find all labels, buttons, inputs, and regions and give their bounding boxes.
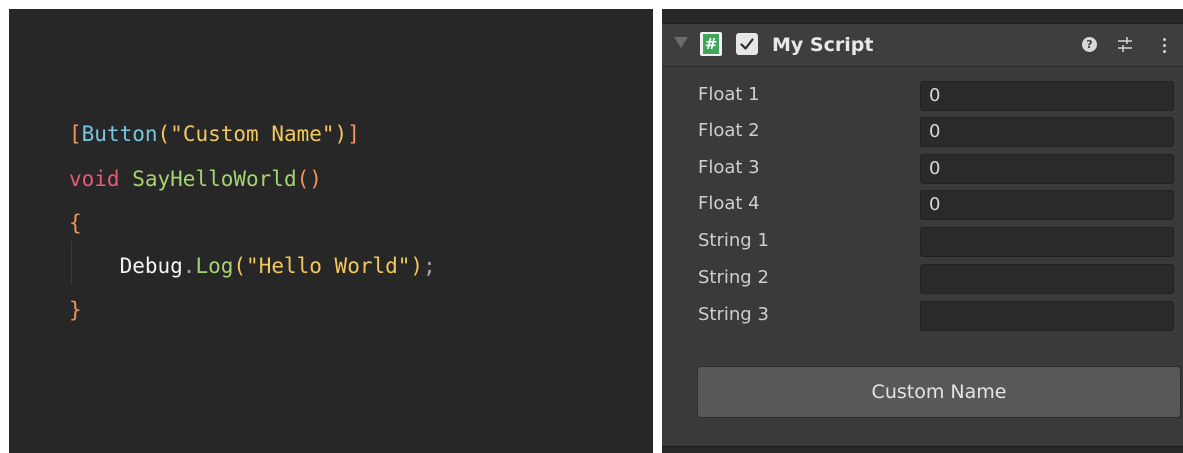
inspector-top-bar: [662, 9, 1183, 24]
field-row-string-3: String 3: [662, 297, 1183, 333]
checkmark-icon: [740, 38, 754, 50]
custom-name-button[interactable]: Custom Name: [697, 366, 1181, 418]
attribute-paren-open: (: [157, 122, 171, 146]
field-label: Float 1: [698, 84, 760, 105]
close-brace: }: [69, 298, 82, 322]
hash-glyph: #: [703, 34, 719, 54]
inspector-bottom-bar: [662, 446, 1183, 453]
code-line-method-signature: void SayHelloWorld(): [69, 162, 322, 196]
float-4-input[interactable]: 0: [920, 190, 1174, 220]
code-line-close-brace: }: [69, 293, 82, 327]
presets-icon[interactable]: [1114, 34, 1136, 56]
semicolon: ;: [423, 254, 436, 278]
code-line-debug-log: Debug.Log("Hello World");: [69, 249, 436, 283]
field-label: String 2: [698, 267, 769, 288]
field-label: String 3: [698, 304, 769, 325]
help-glyph: ?: [1082, 37, 1097, 52]
more-dot: [1163, 50, 1166, 53]
log-paren-close: ): [410, 254, 424, 278]
log-method: Log: [195, 254, 234, 278]
field-row-float-4: Float 4 0: [662, 186, 1183, 222]
log-string: "Hello World": [246, 254, 411, 278]
float-2-input[interactable]: 0: [920, 117, 1174, 147]
attribute-open-bracket: [: [69, 122, 82, 146]
sliders-icon: [1118, 37, 1132, 52]
inspector-panel: # My Script ? Float 1 0 Float 2 0 Float …: [662, 9, 1183, 453]
debug-class: Debug: [119, 254, 183, 278]
attribute-string: "Custom Name": [170, 122, 335, 146]
void-keyword: void: [69, 167, 120, 191]
field-label: String 1: [698, 230, 769, 251]
enable-checkbox[interactable]: [736, 33, 758, 55]
string-2-input[interactable]: [920, 264, 1174, 294]
field-row-string-2: String 2: [662, 260, 1183, 296]
field-label: Float 2: [698, 120, 760, 141]
field-label: Float 4: [698, 193, 760, 214]
attribute-paren-close: ): [334, 122, 348, 146]
method-name: SayHelloWorld: [132, 167, 297, 191]
float-1-input[interactable]: 0: [920, 81, 1174, 111]
fold-arrow-icon[interactable]: [674, 37, 688, 48]
field-row-float-1: Float 1 0: [662, 77, 1183, 113]
member-dot: .: [182, 254, 196, 278]
field-label: Float 3: [698, 157, 760, 178]
string-3-input[interactable]: [920, 301, 1174, 331]
more-dot: [1163, 38, 1166, 41]
float-3-input[interactable]: 0: [920, 154, 1174, 184]
attribute-name: Button: [81, 122, 158, 146]
code-line-attribute: [Button("Custom Name")]: [69, 117, 360, 151]
string-1-input[interactable]: [920, 227, 1174, 257]
open-brace: {: [69, 211, 82, 235]
help-icon[interactable]: ?: [1079, 34, 1101, 56]
code-editor-panel: [Button("Custom Name")] void SayHelloWor…: [9, 9, 653, 453]
component-header[interactable]: # My Script ?: [662, 24, 1183, 67]
log-paren-open: (: [233, 254, 247, 278]
component-title: My Script: [772, 34, 874, 56]
attribute-close-bracket: ]: [347, 122, 360, 146]
method-parens: (): [296, 167, 322, 191]
more-dot: [1163, 44, 1166, 47]
code-line-open-brace: {: [69, 206, 82, 240]
field-row-float-3: Float 3 0: [662, 150, 1183, 186]
field-row-float-2: Float 2 0: [662, 113, 1183, 149]
field-row-string-1: String 1: [662, 223, 1183, 259]
more-menu-icon[interactable]: [1154, 34, 1176, 56]
csharp-script-icon: #: [700, 32, 722, 56]
